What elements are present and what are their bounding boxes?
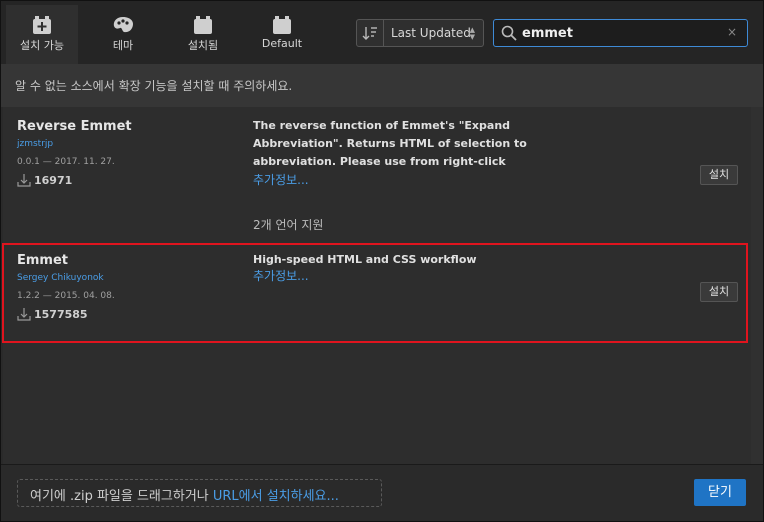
- search-input[interactable]: emmet: [522, 26, 573, 41]
- tab-themes[interactable]: 테마: [87, 5, 159, 64]
- close-button[interactable]: 닫기: [694, 479, 746, 506]
- language-support: 2개 언어 지원: [253, 218, 324, 232]
- sort-icon: [362, 27, 377, 40]
- more-info-link[interactable]: 추가정보...: [253, 171, 309, 188]
- tab-installed[interactable]: 설치됨: [167, 5, 239, 64]
- top-bar: 설치 가능 테마 설치됨 Default Last Updated ▲ ▼ em…: [1, 1, 763, 64]
- tab-label: 설치 가능: [20, 39, 64, 52]
- extension-list: Reverse Emmet jzmstrjp 0.0.1 — 2017. 11.…: [2, 107, 751, 464]
- scrollbar[interactable]: [751, 107, 763, 464]
- warning-text: 알 수 없는 소스에서 확장 기능을 설치할 때 주의하세요.: [15, 79, 293, 93]
- sort-dropdown[interactable]: Last Updated ▲ ▼: [356, 19, 484, 47]
- tab-label: Default: [261, 37, 303, 50]
- extension-description: The reverse function of Emmet's "Expand …: [253, 119, 527, 168]
- tab-label: 테마: [112, 39, 134, 52]
- chevron-updown-icon: ▲ ▼: [469, 26, 475, 41]
- extension-author[interactable]: jzmstrjp: [17, 139, 53, 149]
- tab-available[interactable]: 설치 가능: [6, 5, 78, 64]
- palette-icon: [113, 17, 133, 33]
- warning-banner: 알 수 없는 소스에서 확장 기능을 설치할 때 주의하세요.: [1, 64, 763, 107]
- install-button[interactable]: 설치: [700, 165, 738, 185]
- drop-zone-text: 여기에 .zip 파일을 드래그하거나 URL에서 설치하세요...: [30, 485, 339, 504]
- box-icon: [273, 16, 291, 34]
- search-box[interactable]: emmet ×: [493, 19, 748, 47]
- sort-order-button[interactable]: [357, 20, 384, 46]
- extension-manager-window: 설치 가능 테마 설치됨 Default Last Updated ▲ ▼ em…: [0, 0, 764, 522]
- footer: 여기에 .zip 파일을 드래그하거나 URL에서 설치하세요...: [1, 464, 763, 521]
- extension-version: 0.0.1 — 2017. 11. 27.: [17, 157, 115, 167]
- drop-zone[interactable]: 여기에 .zip 파일을 드래그하거나 URL에서 설치하세요...: [17, 479, 382, 507]
- download-count-value: 16971: [34, 174, 73, 187]
- download-count: 16971: [17, 173, 72, 187]
- sort-label: Last Updated: [391, 26, 471, 40]
- close-icon[interactable]: ×: [727, 25, 737, 39]
- extension-name: Reverse Emmet: [17, 119, 132, 134]
- tab-label: 설치됨: [187, 39, 219, 52]
- selection-highlight: [2, 243, 748, 343]
- download-icon: [17, 174, 31, 187]
- install-from-url-link[interactable]: URL에서 설치하세요...: [213, 489, 339, 504]
- drop-zone-prefix: 여기에 .zip 파일을 드래그하거나: [30, 489, 213, 504]
- plus-box-icon: [33, 16, 51, 34]
- search-icon: [501, 25, 517, 41]
- tab-default[interactable]: Default: [247, 5, 317, 64]
- box-icon: [194, 16, 212, 34]
- list-item: Reverse Emmet jzmstrjp 0.0.1 — 2017. 11.…: [3, 107, 751, 241]
